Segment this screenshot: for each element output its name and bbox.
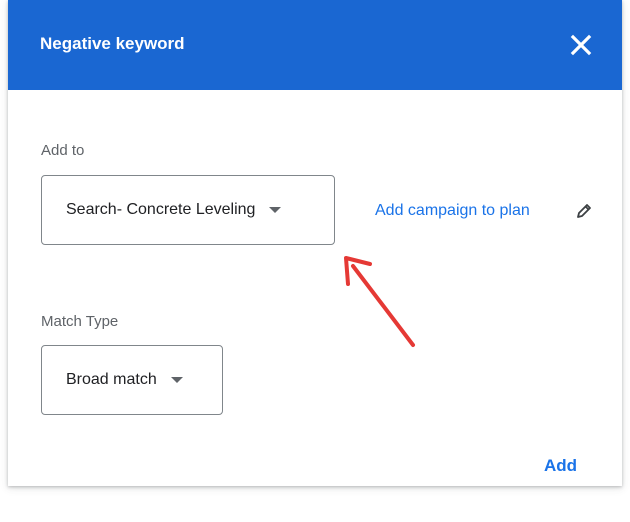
negative-keyword-dialog: Negative keyword Add to Search- Concrete… [8, 0, 622, 486]
pencil-icon[interactable] [574, 201, 594, 221]
match-type-selected-value: Broad match [66, 371, 157, 388]
match-type-label: Match Type [41, 313, 119, 330]
close-button[interactable] [566, 30, 596, 60]
add-to-select[interactable]: Search- Concrete Leveling [41, 175, 335, 245]
dropdown-caret-icon [269, 207, 282, 213]
close-icon [570, 34, 592, 56]
add-button[interactable]: Add [544, 455, 577, 477]
dialog-title: Negative keyword [40, 34, 185, 53]
add-to-selected-value: Search- Concrete Leveling [66, 201, 256, 218]
dropdown-caret-icon [170, 377, 183, 383]
match-type-select[interactable]: Broad match [41, 345, 223, 415]
dialog-header: Negative keyword [8, 0, 622, 90]
add-to-label: Add to [41, 142, 85, 159]
add-campaign-to-plan-link[interactable]: Add campaign to plan [375, 201, 530, 221]
